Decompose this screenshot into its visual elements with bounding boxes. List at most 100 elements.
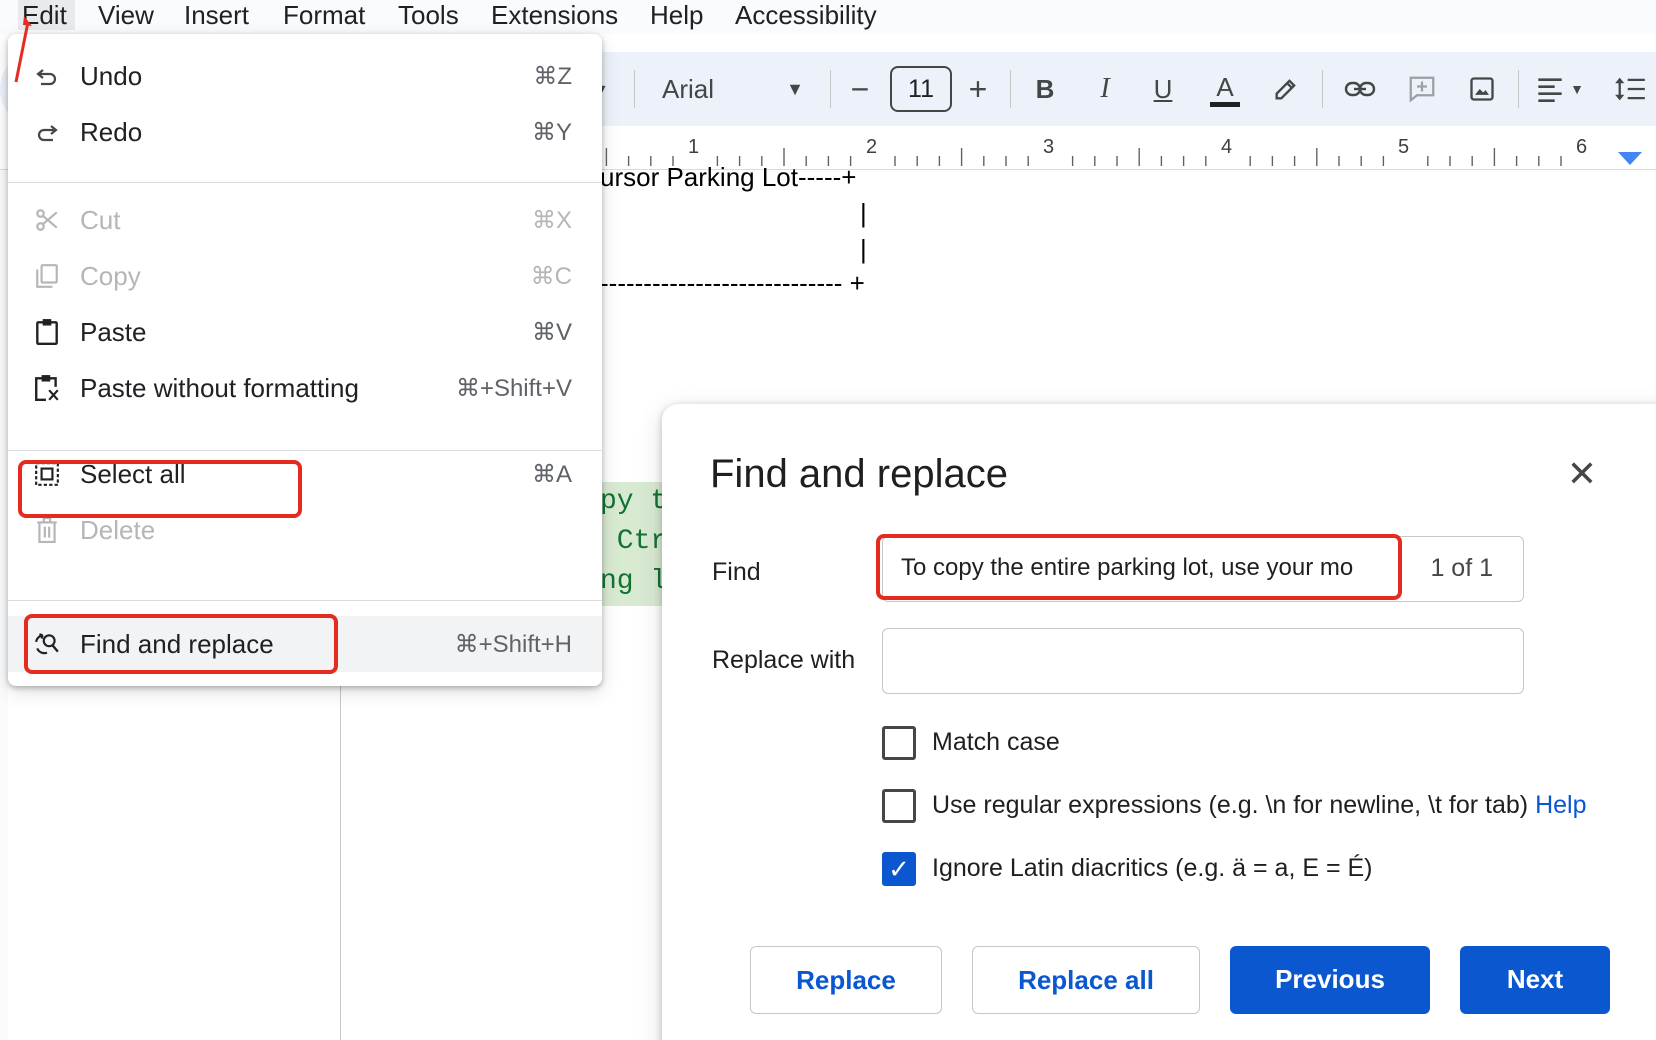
highlighter-icon (1275, 79, 1296, 100)
menu-separator (8, 600, 602, 601)
previous-button[interactable]: Previous (1230, 946, 1430, 1014)
doc-text-line: ---------------------------- + (600, 268, 865, 298)
insert-image-button[interactable] (1462, 52, 1502, 126)
toolbar-separator (1518, 70, 1519, 108)
ruler-number: 5 (1398, 136, 1410, 158)
replace-input[interactable] (882, 628, 1524, 694)
menu-item-shortcut: ⌘C (530, 262, 572, 290)
right-indent-marker-icon[interactable] (1618, 152, 1642, 166)
ruler-number: 2 (866, 136, 878, 158)
text-color-icon: A (1210, 72, 1240, 107)
match-case-checkbox[interactable] (882, 726, 916, 760)
doc-text-line: | (860, 198, 867, 228)
toolbar-separator (1322, 70, 1323, 108)
menu-item-label: Paste without formatting (80, 372, 359, 403)
ruler-number: 4 (1221, 136, 1233, 158)
menubar: Edit View Insert Format Tools Extensions… (0, 0, 1656, 34)
menu-item-shortcut: ⌘Y (531, 118, 572, 146)
menu-item-shortcut: ⌘+Shift+H (454, 630, 572, 658)
match-case-label: Match case (932, 728, 1060, 756)
line-spacing-icon (1615, 77, 1645, 101)
ignore-diacritics-label: Ignore Latin diacritics (e.g. ä = a, E =… (932, 854, 1373, 882)
doc-code-line: ng l (600, 566, 668, 597)
menu-item-shortcut: ⌘Z (533, 62, 572, 90)
annotation-box-select-all (18, 460, 302, 518)
menu-item-cut[interactable]: Cut ⌘X (8, 192, 602, 248)
menu-item-shortcut: ⌘+Shift+V (455, 374, 572, 402)
menu-separator (8, 182, 602, 183)
highlight-color-button[interactable] (1268, 52, 1304, 126)
bold-button[interactable]: B (1030, 52, 1060, 126)
underline-button[interactable]: U (1148, 52, 1178, 126)
menu-item-label: Paste (80, 316, 147, 347)
menu-item-shortcut: ⌘V (531, 318, 572, 346)
ignore-diacritics-checkbox[interactable]: ✓ (882, 852, 916, 886)
image-icon (1470, 77, 1494, 101)
clipboard-icon (32, 317, 62, 347)
doc-text-line: | (860, 234, 867, 264)
menu-tools[interactable]: Tools (398, 0, 459, 30)
align-left-icon (1538, 78, 1562, 102)
menu-item-shortcut: ⌘A (531, 460, 572, 488)
menu-item-paste-without-formatting[interactable]: Paste without formatting ⌘+Shift+V (8, 360, 602, 416)
add-comment-button[interactable] (1402, 52, 1442, 126)
next-button[interactable]: Next (1460, 946, 1610, 1014)
doc-code-line: Ctr (600, 526, 668, 557)
ruler-number: 1 (688, 136, 700, 158)
menu-insert[interactable]: Insert (184, 0, 249, 30)
toolbar-separator (634, 70, 635, 108)
close-icon[interactable]: ✕ (1562, 454, 1602, 494)
replace-button[interactable]: Replace (750, 946, 942, 1014)
menu-extensions[interactable]: Extensions (491, 0, 618, 30)
ruler-number: 3 (1043, 136, 1055, 158)
doc-text-line: ursor Parking Lot-----+ (600, 162, 857, 192)
replace-all-button[interactable]: Replace all (972, 946, 1200, 1014)
find-replace-dialog: Find and replace ✕ Find To copy the enti… (662, 404, 1656, 1040)
ruler-number: 6 (1576, 136, 1588, 158)
menu-item-redo[interactable]: Redo ⌘Y (8, 104, 602, 160)
menu-item-label: Undo (80, 60, 143, 91)
menu-item-undo[interactable]: Undo ⌘Z (8, 48, 602, 104)
annotation-box-find-input (876, 534, 1402, 600)
menu-item-copy[interactable]: Copy ⌘C (8, 248, 602, 304)
toolbar-separator (830, 70, 831, 108)
annotation-arrow-icon (14, 16, 32, 83)
undo-icon (32, 61, 62, 91)
find-label: Find (712, 558, 761, 586)
replace-label: Replace with (712, 646, 856, 674)
align-button[interactable]: ▼ (1532, 52, 1588, 126)
menu-item-paste[interactable]: Paste ⌘V (8, 304, 602, 360)
insert-link-button[interactable] (1340, 52, 1380, 126)
menu-view[interactable]: View (98, 0, 154, 30)
menu-accessibility[interactable]: Accessibility (735, 0, 877, 30)
menu-item-shortcut: ⌘X (531, 206, 572, 234)
italic-button[interactable]: I (1090, 52, 1120, 126)
font-family-select[interactable]: Arial (662, 52, 714, 126)
font-dropdown-arrow-icon[interactable]: ▼ (780, 52, 810, 126)
menu-item-label: Copy (80, 260, 141, 291)
menu-item-label: Delete (80, 514, 156, 545)
toolbar-separator (1010, 70, 1011, 108)
menu-item-label: Cut (80, 204, 121, 235)
menu-format[interactable]: Format (283, 0, 365, 30)
decrease-font-size-button[interactable]: − (842, 52, 878, 126)
menu-item-label: Redo (80, 116, 143, 147)
paste-plain-icon (32, 373, 62, 403)
page-left-border (340, 680, 341, 1040)
help-link[interactable]: Help (1535, 791, 1586, 819)
font-size-input[interactable]: 11 (890, 66, 952, 112)
align-dropdown-arrow-icon: ▼ (1570, 81, 1584, 97)
link-icon (1344, 81, 1376, 97)
left-margin (0, 170, 8, 1040)
add-comment-icon (1409, 76, 1435, 103)
regex-label-text: Use regular expressions (e.g. \n for new… (932, 791, 1529, 819)
scissors-icon (32, 205, 62, 235)
dialog-title: Find and replace (710, 452, 1008, 496)
copy-icon (32, 261, 62, 291)
text-color-button[interactable]: A (1204, 52, 1246, 126)
trash-icon (32, 515, 62, 545)
regex-checkbox[interactable] (882, 789, 916, 823)
increase-font-size-button[interactable]: + (960, 52, 996, 126)
menu-help[interactable]: Help (650, 0, 703, 30)
line-spacing-button[interactable] (1608, 52, 1652, 126)
